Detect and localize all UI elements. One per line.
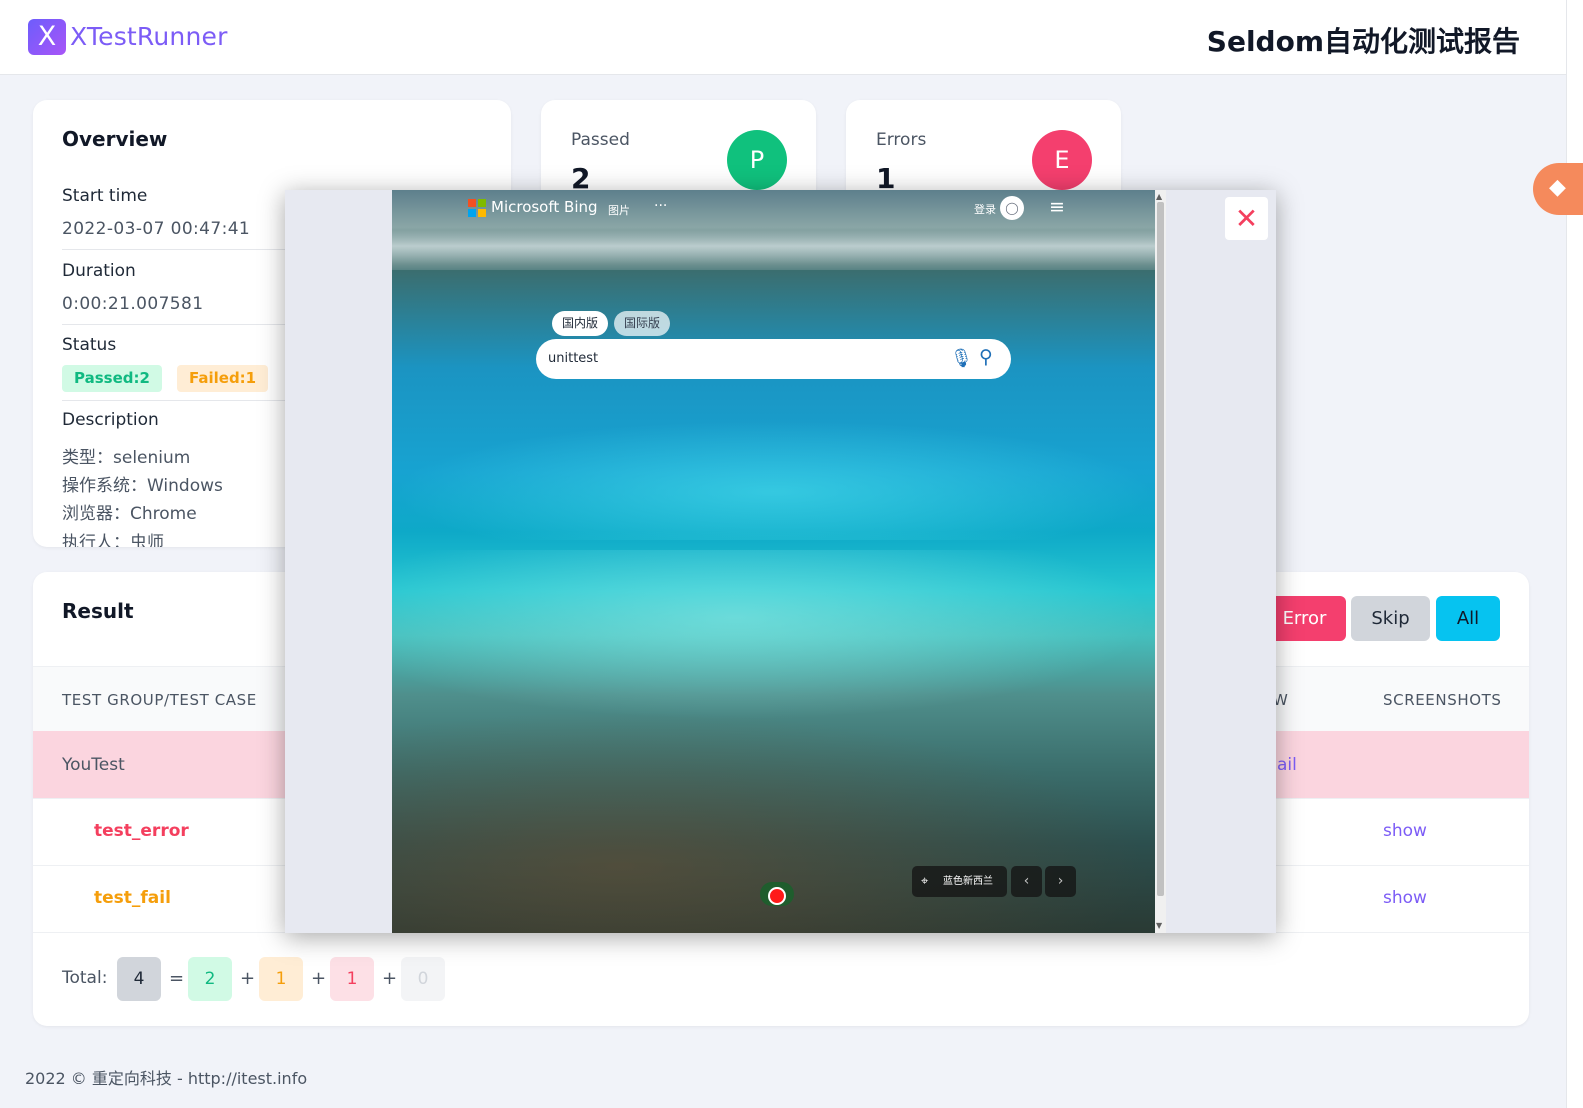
description-line: 执行人：虫师: [62, 533, 164, 547]
shallows-highlight: [392, 550, 1155, 720]
microphone-icon[interactable]: 🎙: [950, 348, 973, 369]
description-line: 类型：selenium: [62, 448, 191, 468]
overview-title: Overview: [62, 127, 168, 151]
group-name: YouTest: [62, 755, 125, 775]
filter-skip-button[interactable]: Skip: [1351, 596, 1430, 641]
next-image-button[interactable]: ›: [1045, 866, 1076, 897]
screenshot-image: Microsoft Bing 图片 ··· 登录 ◯ ≡ 国内版 国际版 uni…: [392, 190, 1155, 933]
tab-international[interactable]: 国际版: [614, 311, 671, 336]
scrollbar-thumb[interactable]: [1157, 202, 1164, 896]
prev-image-button[interactable]: ‹: [1011, 866, 1042, 897]
logo-icon: X: [28, 19, 66, 55]
bing-search-input[interactable]: unittest: [548, 351, 598, 366]
group-detail-link[interactable]: ail: [1277, 755, 1297, 775]
passed-avatar-icon: P: [727, 130, 787, 190]
plus-sign: +: [311, 968, 327, 989]
duration-label: Duration: [62, 261, 136, 281]
screenshot-modal: Microsoft Bing 图片 ··· 登录 ◯ ≡ 国内版 国际版 uni…: [285, 190, 1276, 933]
microsoft-logo-icon: [468, 199, 486, 217]
status-badge-failed: Failed:1: [177, 365, 269, 392]
error-count: 1: [330, 957, 374, 1001]
description-line: 浏览器：Chrome: [62, 504, 197, 524]
search-icon[interactable]: ⚲: [979, 346, 993, 368]
location-pin-icon: ⌖: [921, 874, 929, 889]
start-time-label: Start time: [62, 186, 148, 206]
case-name-fail: test_fail: [94, 888, 171, 908]
screenshot-show-link[interactable]: show: [1383, 888, 1427, 908]
skipped-count: 0: [401, 957, 445, 1001]
close-button[interactable]: ✕: [1225, 197, 1268, 240]
screenshot-show-link[interactable]: show: [1383, 821, 1427, 841]
lake-highlight: [392, 420, 1155, 540]
filter-all-button[interactable]: All: [1436, 596, 1500, 641]
column-header-screenshots: SCREENSHOTS: [1383, 691, 1502, 709]
top-bar: X XTestRunner Seldom自动化测试报告: [0, 0, 1566, 75]
floating-action-button[interactable]: ◆: [1533, 163, 1583, 215]
clouds-layer: [392, 230, 1155, 270]
start-time-value: 2022-03-07 00:47:41: [62, 219, 251, 239]
description-label: Description: [62, 410, 159, 430]
stat-label: Passed: [571, 130, 630, 150]
errors-avatar-icon: E: [1032, 130, 1092, 190]
stat-label: Errors: [876, 130, 927, 150]
hamburger-menu-icon[interactable]: ≡: [1049, 196, 1065, 218]
scroll-down-icon[interactable]: ▼: [1156, 921, 1162, 930]
record-dot-icon: [768, 887, 786, 905]
status-badge-passed: Passed:2: [62, 365, 162, 392]
equals-sign: =: [169, 968, 185, 989]
bing-login-link[interactable]: 登录: [974, 201, 996, 217]
bing-nav-images[interactable]: 图片: [608, 202, 630, 218]
plus-sign: +: [240, 968, 256, 989]
bing-search-box[interactable]: unittest 🎙 ⚲: [536, 339, 1011, 379]
scroll-up-icon[interactable]: ▲: [1156, 192, 1162, 201]
tab-domestic[interactable]: 国内版: [552, 311, 609, 336]
bing-brand: Microsoft Bing: [491, 198, 598, 216]
report-title: Seldom自动化测试报告: [1206, 25, 1520, 58]
location-label: 蓝色新西兰: [943, 876, 993, 887]
column-header-case: TEST GROUP/TEST CASE: [62, 691, 257, 709]
case-name-error: test_error: [94, 821, 189, 841]
plus-sign: +: [382, 968, 398, 989]
footer: 2022 © 重定向科技 - http://itest.info: [25, 1069, 308, 1088]
result-title: Result: [62, 599, 134, 623]
duration-value: 0:00:21.007581: [62, 294, 204, 314]
more-icon[interactable]: ···: [654, 198, 667, 214]
passed-count: 2: [188, 957, 232, 1001]
total-label: Total:: [62, 968, 108, 988]
failed-count: 1: [259, 957, 303, 1001]
status-label: Status: [62, 335, 117, 355]
description-line: 操作系统：Windows: [62, 476, 223, 496]
user-avatar-icon[interactable]: ◯: [1000, 196, 1024, 220]
location-badge[interactable]: ⌖ 蓝色新西兰: [912, 866, 1007, 897]
total-count: 4: [117, 957, 161, 1001]
diamond-icon: ◆: [1549, 175, 1566, 200]
app-name: XTestRunner: [70, 22, 228, 51]
